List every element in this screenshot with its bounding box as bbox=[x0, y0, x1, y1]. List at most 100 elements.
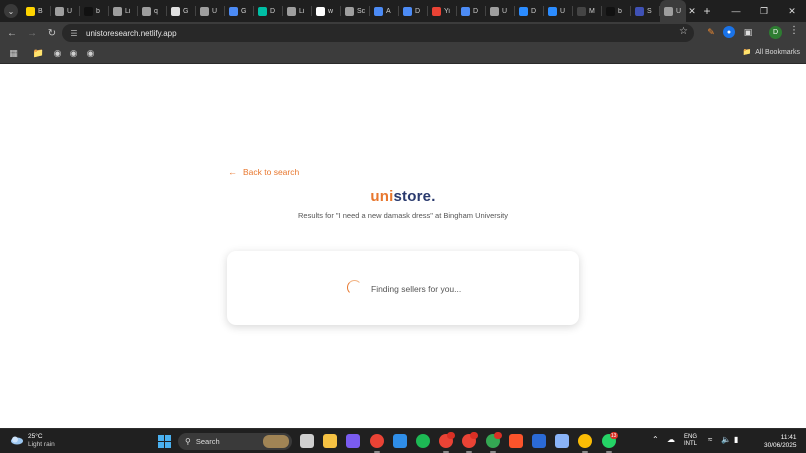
browser-tab[interactable]: Li bbox=[109, 0, 138, 22]
site-info-icon[interactable]: ☰ bbox=[68, 27, 80, 39]
new-tab-button[interactable]: + bbox=[698, 0, 716, 22]
browser-tab[interactable]: Yi bbox=[428, 0, 457, 22]
bookmark-star-icon[interactable]: ☆ bbox=[679, 26, 688, 37]
restore-icon[interactable]: ❐ bbox=[750, 0, 778, 22]
browser-tab[interactable]: q bbox=[138, 0, 167, 22]
copilot-icon[interactable] bbox=[346, 434, 361, 448]
bookmark-globe-icon[interactable]: ◉ bbox=[52, 48, 63, 59]
browser-tab[interactable]: D bbox=[457, 0, 486, 22]
extensions-puzzle-icon[interactable]: ▣ bbox=[742, 26, 754, 38]
back-arrow-icon[interactable]: ← bbox=[3, 24, 21, 42]
tab-favicon-icon bbox=[403, 6, 412, 16]
browser-tab[interactable]: U bbox=[51, 0, 80, 22]
page-content: ← Back to search unistore. Results for "… bbox=[0, 64, 806, 428]
browser-tab[interactable]: D bbox=[254, 0, 283, 22]
tab-title: b bbox=[96, 7, 100, 15]
chrome-icon[interactable] bbox=[369, 434, 384, 448]
tab-favicon-icon bbox=[606, 6, 615, 16]
url-text[interactable]: unistoresearch.netlify.app bbox=[86, 29, 177, 38]
spotify-icon[interactable] bbox=[416, 434, 430, 448]
tab-favicon-icon bbox=[664, 6, 673, 16]
bookmark-folder-icon[interactable]: 📁 bbox=[33, 48, 44, 59]
settings-icon[interactable] bbox=[555, 434, 570, 448]
pen-extension-icon[interactable]: ✎ bbox=[705, 26, 717, 38]
browser-tab[interactable]: w bbox=[312, 0, 341, 22]
browser-tab[interactable]: b bbox=[80, 0, 109, 22]
extension-blue-icon[interactable]: ● bbox=[723, 26, 735, 38]
tab-title: U bbox=[502, 7, 508, 15]
reload-icon[interactable]: ↻ bbox=[43, 24, 61, 42]
browser-tab[interactable]: U bbox=[660, 0, 686, 22]
browser-tab[interactable]: G bbox=[167, 0, 196, 22]
tab-favicon-icon bbox=[519, 6, 528, 16]
tab-title: B bbox=[38, 7, 43, 15]
apps-grid-icon[interactable]: ▦ bbox=[8, 48, 19, 59]
results-subtitle: Results for "I need a new damask dress" … bbox=[298, 211, 508, 220]
volume-icon[interactable]: 🔈 bbox=[721, 435, 731, 444]
battery-icon[interactable]: ▮ bbox=[734, 435, 738, 444]
back-to-search-link[interactable]: ← Back to search bbox=[228, 167, 299, 177]
browser-tab[interactable]: U bbox=[196, 0, 225, 22]
taskbar-search-box[interactable]: ⚲ Search bbox=[178, 433, 292, 450]
address-bar[interactable]: ☰ unistoresearch.netlify.app ☆ bbox=[62, 24, 694, 42]
profile-avatar[interactable]: D bbox=[769, 26, 782, 39]
browser-tab[interactable]: D bbox=[399, 0, 428, 22]
close-window-icon[interactable]: ✕ bbox=[778, 0, 806, 22]
browser-tab[interactable]: S bbox=[631, 0, 660, 22]
tab-favicon-icon bbox=[374, 6, 383, 16]
browser-tab[interactable]: B bbox=[22, 0, 51, 22]
browser-tab[interactable]: Li bbox=[283, 0, 312, 22]
unistore-logo: unistore. bbox=[0, 188, 806, 205]
bookmark-globe-icon[interactable]: ◉ bbox=[68, 48, 79, 59]
brave-icon[interactable] bbox=[508, 434, 523, 448]
browser-tab[interactable]: M bbox=[573, 0, 602, 22]
browser-tab[interactable]: A bbox=[370, 0, 399, 22]
keyboard-layout: INTL bbox=[684, 441, 698, 447]
chrome-active-icon[interactable] bbox=[578, 434, 593, 448]
tab-search-icon[interactable]: ⌄ bbox=[4, 4, 18, 18]
browser-menu-icon[interactable]: ⋮ bbox=[789, 25, 799, 36]
loading-card: Finding sellers for you... bbox=[227, 251, 579, 325]
tab-title: D bbox=[473, 7, 479, 15]
app-blue-icon[interactable] bbox=[532, 434, 546, 448]
tab-favicon-icon bbox=[635, 6, 644, 16]
browser-tab[interactable]: U bbox=[544, 0, 573, 22]
tab-title: D bbox=[531, 7, 537, 15]
bookmark-globe-icon[interactable]: ◉ bbox=[85, 48, 96, 59]
onedrive-cloud-icon[interactable]: ☁ bbox=[667, 435, 675, 444]
tab-title: U bbox=[212, 7, 218, 15]
browser-toolbar: ← → ↻ ☰ unistoresearch.netlify.app ☆ ✎ ●… bbox=[0, 22, 806, 44]
minimize-icon[interactable]: — bbox=[722, 0, 750, 22]
forward-arrow-icon[interactable]: → bbox=[23, 24, 41, 42]
tab-favicon-icon bbox=[548, 6, 557, 16]
notification-badge bbox=[447, 432, 456, 439]
weather-widget[interactable]: 25°C Light rain bbox=[10, 433, 55, 449]
close-tab-icon[interactable]: ✕ bbox=[686, 0, 698, 22]
browser-tab[interactable]: Sc bbox=[341, 0, 370, 22]
windows-taskbar: 25°C Light rain ⚲ Search 13 ⌃ ☁ ENG INTL… bbox=[0, 428, 806, 453]
tab-favicon-icon bbox=[142, 6, 151, 16]
browser-tab[interactable]: G bbox=[225, 0, 254, 22]
tab-title: S bbox=[647, 7, 652, 15]
browser-tab[interactable]: b bbox=[602, 0, 631, 22]
wifi-icon[interactable]: ≈ bbox=[708, 435, 712, 444]
notification-badge bbox=[470, 432, 479, 439]
all-bookmarks-button[interactable]: 📁 All Bookmarks bbox=[743, 48, 800, 57]
task-view-icon[interactable] bbox=[300, 434, 314, 448]
system-clock[interactable]: 11:41 30/06/2025 bbox=[764, 434, 797, 450]
vscode-icon[interactable] bbox=[392, 434, 407, 448]
browser-tab[interactable]: D bbox=[515, 0, 544, 22]
tab-title: Yi bbox=[444, 7, 450, 15]
tab-favicon-icon bbox=[345, 6, 354, 16]
file-explorer-icon[interactable] bbox=[323, 434, 338, 448]
language-indicator[interactable]: ENG INTL bbox=[684, 434, 697, 448]
logo-uni: uni bbox=[370, 188, 394, 205]
tab-favicon-icon bbox=[432, 6, 441, 16]
windows-start-icon[interactable] bbox=[158, 435, 171, 448]
taskbar-search-label: Search bbox=[195, 437, 220, 446]
tab-favicon-icon bbox=[258, 6, 267, 16]
tab-title: w bbox=[328, 7, 334, 15]
show-hidden-icons-chevron-icon[interactable]: ⌃ bbox=[652, 435, 659, 444]
browser-tab[interactable]: U bbox=[486, 0, 515, 22]
tab-favicon-icon bbox=[84, 6, 93, 16]
